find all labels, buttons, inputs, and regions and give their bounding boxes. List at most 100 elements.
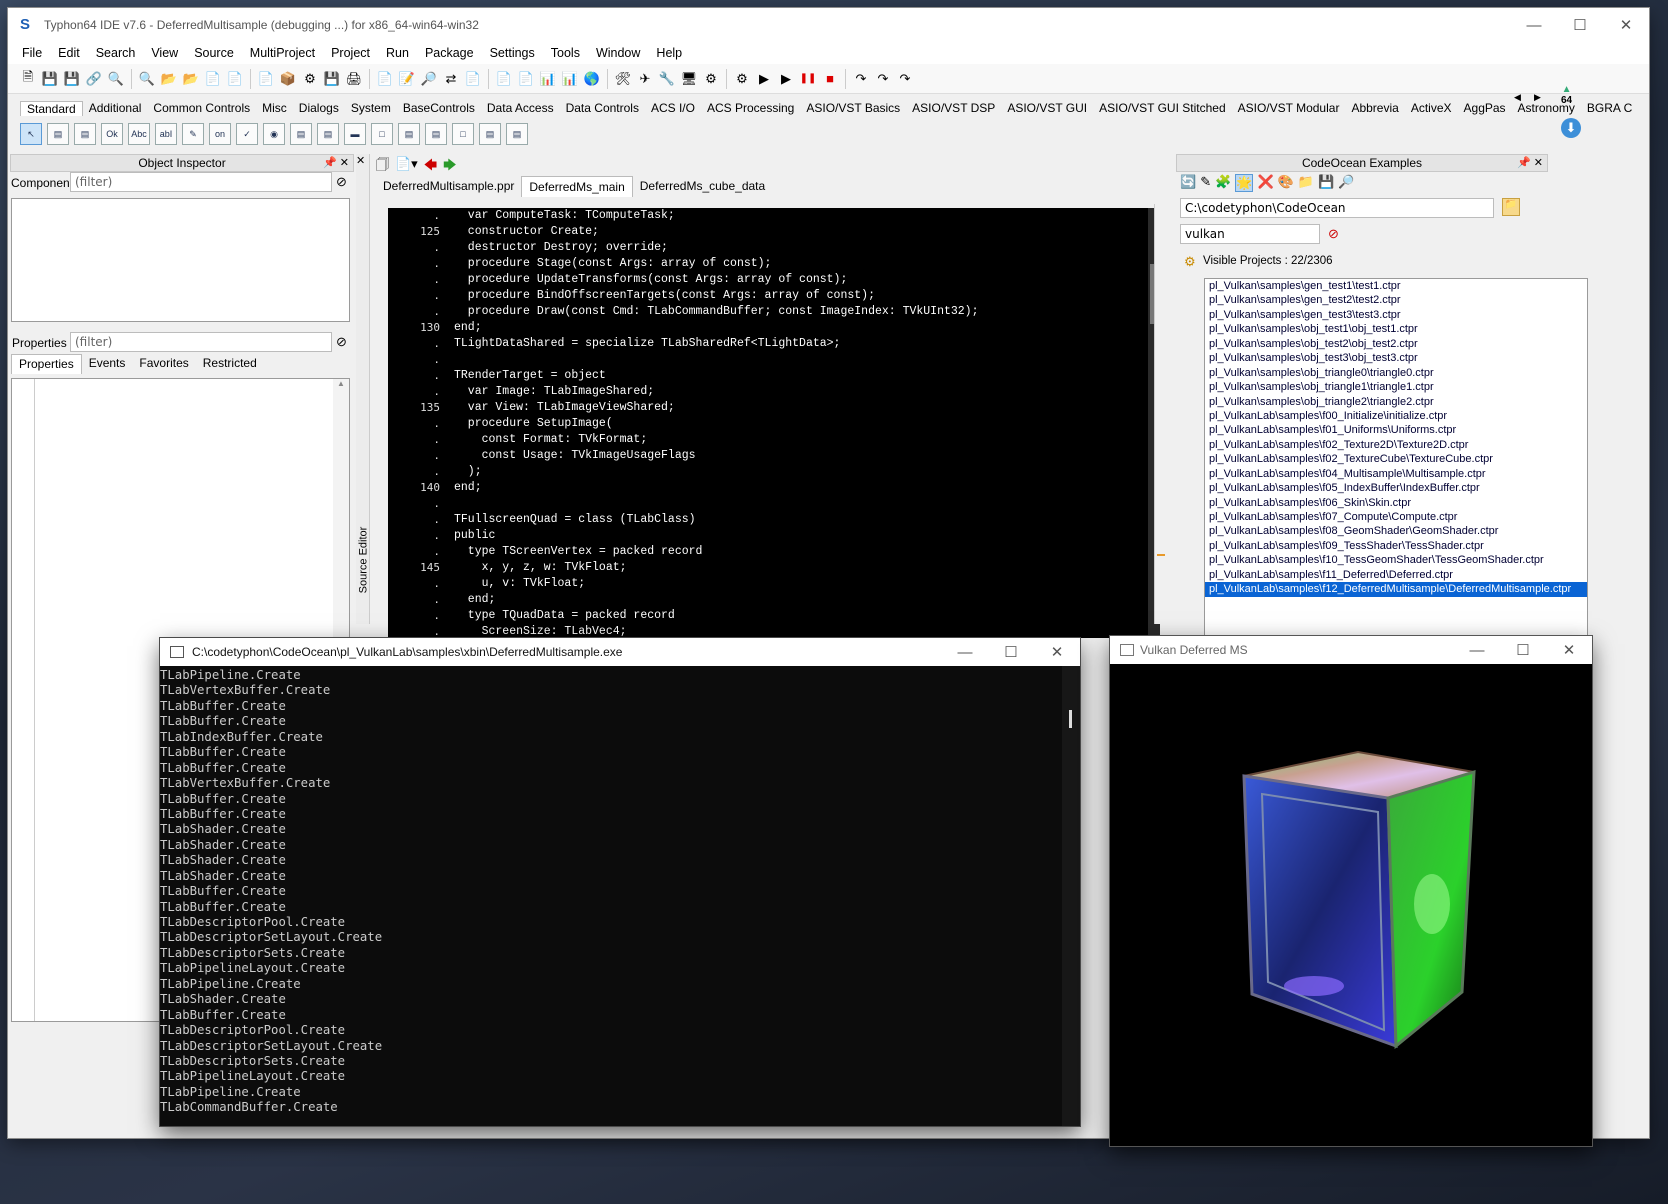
palette-tab-acs-i-o[interactable]: ACS I/O bbox=[645, 101, 701, 115]
palette-tab-asio-vst-modular[interactable]: ASIO/VST Modular bbox=[1232, 101, 1346, 115]
action-icon[interactable]: ▤ bbox=[479, 123, 501, 145]
code-line[interactable]: var ComputeTask: TComputeTask; bbox=[454, 208, 979, 224]
project-list[interactable]: pl_Vulkan\samples\gen_test1\test1.ctpr pl… bbox=[1204, 278, 1588, 638]
memo-icon[interactable]: ✎ bbox=[182, 123, 204, 145]
code-line[interactable]: procedure BindOffscreenTargets(const Arg… bbox=[454, 288, 979, 304]
code-line[interactable]: TFullscreenQuad = class (TLabClass) bbox=[454, 512, 979, 528]
palette-tab-aggpas[interactable]: AggPas bbox=[1458, 101, 1512, 115]
vulkan-maximize-button[interactable]: ☐ bbox=[1500, 636, 1546, 664]
form-icon[interactable]: ▤ bbox=[506, 123, 528, 145]
project-list-item[interactable]: pl_VulkanLab\samples\f06_Skin\Skin.ctpr bbox=[1205, 496, 1587, 510]
codeocean-path-input[interactable]: C:\codetyphon\CodeOcean bbox=[1180, 198, 1494, 218]
codeocean-search-input[interactable]: vulkan bbox=[1180, 224, 1320, 244]
toolbar-icon[interactable]: 💾 bbox=[40, 69, 60, 89]
vulkan-minimize-button[interactable]: — bbox=[1454, 636, 1500, 664]
code-line[interactable]: var View: TLabImageViewShared; bbox=[454, 400, 979, 416]
palette-scroll-right-icon[interactable]: ▶ bbox=[1534, 92, 1548, 103]
check-icon[interactable]: ✓ bbox=[236, 123, 258, 145]
codeocean-tool-icon[interactable]: 🌟 bbox=[1235, 174, 1254, 192]
source-tab[interactable]: DeferredMs_main bbox=[521, 176, 633, 197]
palette-tab-common-controls[interactable]: Common Controls bbox=[147, 101, 256, 115]
toolbar-icon[interactable]: ✈ bbox=[635, 69, 655, 89]
browse-folder-icon[interactable]: 📁 bbox=[1502, 198, 1520, 216]
project-list-item[interactable]: pl_Vulkan\samples\obj_test1\obj_test1.ct… bbox=[1205, 322, 1587, 336]
toolbar-icon[interactable]: 📝 bbox=[397, 69, 417, 89]
toolbar-icon[interactable]: 🔧 bbox=[657, 69, 677, 89]
component-tree[interactable] bbox=[11, 198, 350, 322]
console-close-button[interactable]: ✕ bbox=[1034, 638, 1080, 666]
toolbar-icon[interactable]: ⚙ bbox=[701, 69, 721, 89]
project-list-item[interactable]: pl_VulkanLab\samples\f04_Multisample\Mul… bbox=[1205, 467, 1587, 481]
code-line[interactable]: const Format: TVkFormat; bbox=[454, 432, 979, 448]
toolbar-icon[interactable]: ▶ bbox=[776, 69, 796, 89]
codeocean-tool-icon[interactable]: 📁 bbox=[1298, 174, 1314, 192]
palette-tab-additional[interactable]: Additional bbox=[83, 101, 148, 115]
project-list-item[interactable]: pl_Vulkan\samples\obj_triangle2\triangle… bbox=[1205, 395, 1587, 409]
palette-tab-asio-vst-gui[interactable]: ASIO/VST GUI bbox=[1001, 101, 1093, 115]
codeocean-tool-icon[interactable]: 🔎 bbox=[1338, 174, 1354, 192]
toolbar-icon[interactable]: 📊 bbox=[538, 69, 558, 89]
code-line[interactable]: TRenderTarget = object bbox=[454, 368, 979, 384]
menu-item-help[interactable]: Help bbox=[648, 46, 690, 60]
toolbar-icon[interactable]: 📄 bbox=[256, 69, 276, 89]
toolbar-icon[interactable]: 🖥 bbox=[679, 69, 699, 89]
clear-search-icon[interactable]: ⊘ bbox=[1328, 226, 1339, 242]
toolbar-icon[interactable]: 🔗 bbox=[84, 69, 104, 89]
code-line[interactable]: constructor Create; bbox=[454, 224, 979, 240]
rad-grp-icon[interactable]: ▤ bbox=[398, 123, 420, 145]
project-list-item[interactable]: pl_Vulkan\samples\gen_test2\test2.ctpr bbox=[1205, 293, 1587, 307]
ok-icon[interactable]: Ok bbox=[101, 123, 123, 145]
project-list-item[interactable]: pl_VulkanLab\samples\f07_Compute\Compute… bbox=[1205, 510, 1587, 524]
minimize-button[interactable]: — bbox=[1511, 8, 1557, 42]
frame-icon[interactable]: ▤ bbox=[47, 123, 69, 145]
toolbar-icon[interactable]: 📊 bbox=[560, 69, 580, 89]
code-line[interactable]: ); bbox=[454, 464, 979, 480]
codeocean-tool-icon[interactable]: 🎨 bbox=[1278, 174, 1294, 192]
toolbar-icon[interactable]: 📄 bbox=[375, 69, 395, 89]
toolbar-icon[interactable]: 📂 bbox=[181, 69, 201, 89]
toolbar-icon[interactable]: ⇄ bbox=[441, 69, 461, 89]
toolbar-icon[interactable]: 🔎 bbox=[419, 69, 439, 89]
code-line[interactable]: const Usage: TVkImageUsageFlags bbox=[454, 448, 979, 464]
menu-item-file[interactable]: File bbox=[14, 46, 50, 60]
radio-icon[interactable]: ◉ bbox=[263, 123, 285, 145]
toolbar-icon[interactable]: 📄 bbox=[516, 69, 536, 89]
vulkan-titlebar[interactable]: Vulkan Deferred MS — ☐ ✕ bbox=[1110, 636, 1592, 664]
code-editor[interactable]: .125.....130....135....140....145....150… bbox=[388, 208, 1160, 638]
palette-tab-dialogs[interactable]: Dialogs bbox=[293, 101, 345, 115]
project-list-item[interactable]: pl_VulkanLab\samples\f02_TextureCube\Tex… bbox=[1205, 452, 1587, 466]
codeocean-tool-icon[interactable]: 🧩 bbox=[1215, 174, 1231, 192]
code-line[interactable]: TLightDataShared = specialize TLabShared… bbox=[454, 336, 979, 352]
panel-icon[interactable]: □ bbox=[452, 123, 474, 145]
project-list-item[interactable]: pl_VulkanLab\samples\f11_Deferred\Deferr… bbox=[1205, 568, 1587, 582]
components-filter-input[interactable]: (filter) bbox=[70, 172, 332, 192]
list-icon[interactable]: ▤ bbox=[290, 123, 312, 145]
console-scroll-thumb[interactable] bbox=[1069, 710, 1072, 728]
render-viewport[interactable] bbox=[1110, 664, 1592, 1146]
inspector-tab-restricted[interactable]: Restricted bbox=[196, 354, 264, 374]
pointer-icon[interactable]: ↖ bbox=[20, 123, 42, 145]
palette-tab-data-controls[interactable]: Data Controls bbox=[560, 101, 645, 115]
palette-tab-data-access[interactable]: Data Access bbox=[481, 101, 560, 115]
combo-icon[interactable]: ▤ bbox=[317, 123, 339, 145]
Abc-icon[interactable]: Abc bbox=[128, 123, 150, 145]
menu-icon[interactable]: ▤ bbox=[74, 123, 96, 145]
console-scrollbar[interactable] bbox=[1062, 666, 1080, 1126]
menu-item-multiproject[interactable]: MultiProject bbox=[242, 46, 323, 60]
codeocean-tool-icon[interactable]: 🔄 bbox=[1180, 174, 1196, 192]
abI-icon[interactable]: abI bbox=[155, 123, 177, 145]
views-icon[interactable]: 📄▾ bbox=[395, 156, 418, 178]
source-tab[interactable]: DeferredMs_cube_data bbox=[633, 176, 772, 197]
palette-tab-standard[interactable]: Standard bbox=[20, 100, 83, 116]
palette-tab-asio-vst-basics[interactable]: ASIO/VST Basics bbox=[800, 101, 906, 115]
toolbar-icon[interactable]: ❚❚ bbox=[798, 69, 818, 89]
palette-tab-acs-processing[interactable]: ACS Processing bbox=[701, 101, 800, 115]
code-area[interactable]: var ComputeTask: TComputeTask; construct… bbox=[454, 208, 979, 638]
code-line[interactable]: end; bbox=[454, 592, 979, 608]
project-list-item[interactable]: pl_VulkanLab\samples\f02_Texture2D\Textu… bbox=[1205, 438, 1587, 452]
menu-item-tools[interactable]: Tools bbox=[543, 46, 588, 60]
close-button[interactable]: ✕ bbox=[1603, 8, 1649, 42]
properties-filter-input[interactable]: (filter) bbox=[70, 332, 332, 352]
clear-properties-filter-icon[interactable]: ⊘ bbox=[336, 334, 347, 350]
code-line[interactable]: procedure SetupImage( bbox=[454, 416, 979, 432]
